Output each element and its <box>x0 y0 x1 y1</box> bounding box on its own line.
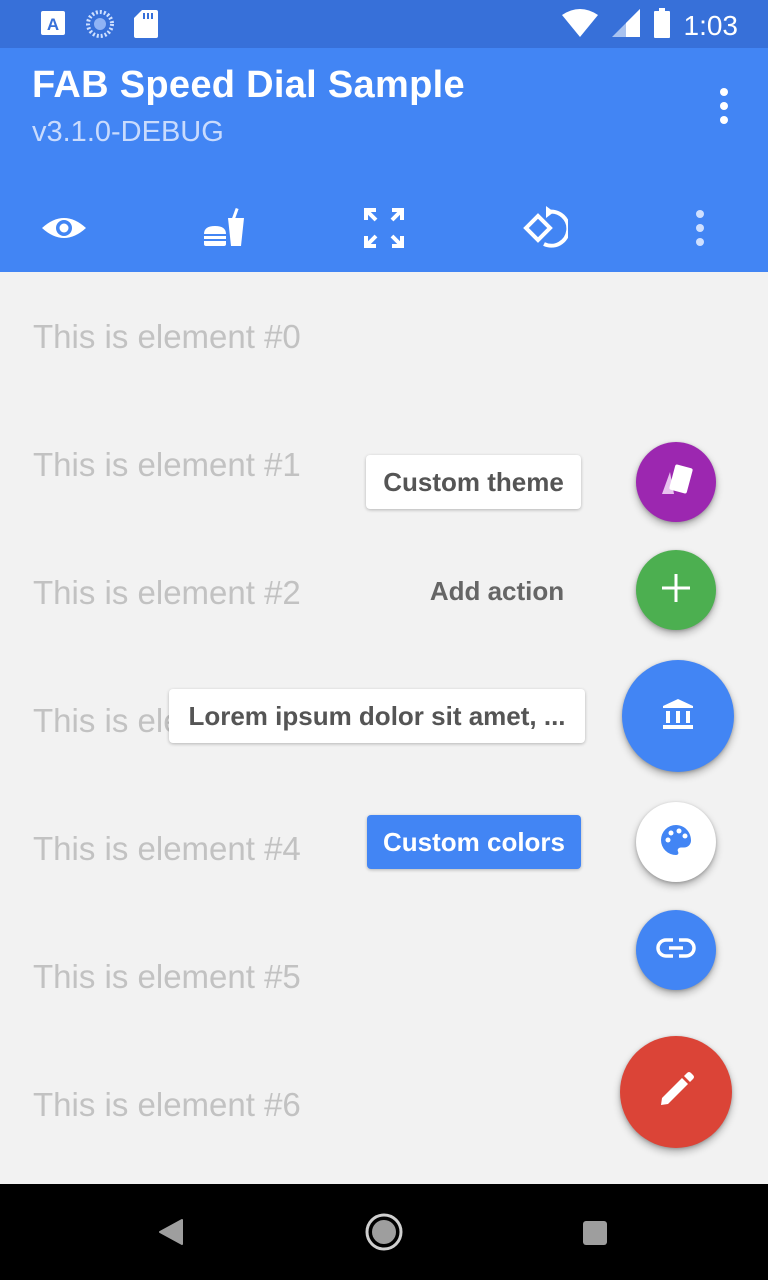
link-fab[interactable] <box>636 910 716 990</box>
more-vert-icon[interactable] <box>676 204 724 252</box>
list-item[interactable]: This is element #6 <box>33 1086 301 1124</box>
custom-colors-fab[interactable] <box>636 802 716 882</box>
sd-card-icon <box>134 10 158 43</box>
link-icon <box>656 936 696 965</box>
recents-square-icon <box>582 1221 608 1250</box>
list-item[interactable]: This is element #0 <box>33 318 301 356</box>
app-bar: FAB Speed Dial Sample v3.1.0-DEBUG <box>0 48 768 272</box>
add-action-fab[interactable] <box>636 550 716 630</box>
back-triangle-icon <box>158 1219 184 1250</box>
custom-theme-label[interactable]: Custom theme <box>366 455 581 509</box>
plus-icon <box>660 572 692 609</box>
custom-colors-label[interactable]: Custom colors <box>367 815 581 869</box>
custom-theme-fab[interactable] <box>636 442 716 522</box>
pencil-icon <box>656 1070 696 1115</box>
more-vert-icon[interactable] <box>710 86 738 126</box>
bank-fab[interactable] <box>622 660 734 772</box>
svg-text:A: A <box>47 15 59 34</box>
battery-icon <box>653 8 670 43</box>
bank-icon <box>662 698 694 735</box>
back-button[interactable] <box>158 1218 184 1251</box>
app-subtitle: v3.1.0-DEBUG <box>32 116 224 148</box>
lorem-ipsum-label[interactable]: Lorem ipsum dolor sit amet, ... <box>169 689 585 743</box>
home-button[interactable] <box>364 1212 404 1257</box>
app-title: FAB Speed Dial Sample <box>32 64 465 106</box>
add-action-label[interactable]: Add action <box>412 564 582 618</box>
fastfood-icon[interactable] <box>200 204 248 252</box>
status-bar: A 1:03 <box>0 0 768 48</box>
sync-spinner-icon <box>86 10 114 43</box>
wifi-icon <box>561 9 598 42</box>
list-item[interactable]: This is element #5 <box>33 958 301 996</box>
status-time: 1:03 <box>683 9 739 41</box>
main-edit-fab[interactable] <box>620 1036 732 1148</box>
theme-cards-icon <box>656 460 696 505</box>
list-item[interactable]: This is element #4 <box>33 830 301 868</box>
eye-icon[interactable] <box>40 204 88 252</box>
palette-icon <box>659 823 693 862</box>
navigation-bar <box>0 1184 768 1280</box>
recents-button[interactable] <box>582 1220 608 1251</box>
rotate-icon[interactable] <box>520 204 571 252</box>
home-circle-icon <box>364 1213 404 1256</box>
signal-icon <box>611 9 640 42</box>
fullscreen-icon[interactable] <box>360 204 408 252</box>
list-item[interactable]: This is element #2 <box>33 574 301 612</box>
list-item[interactable]: This is element #1 <box>33 446 301 484</box>
action-toolbar <box>0 196 768 260</box>
font-a-icon: A <box>40 10 66 43</box>
